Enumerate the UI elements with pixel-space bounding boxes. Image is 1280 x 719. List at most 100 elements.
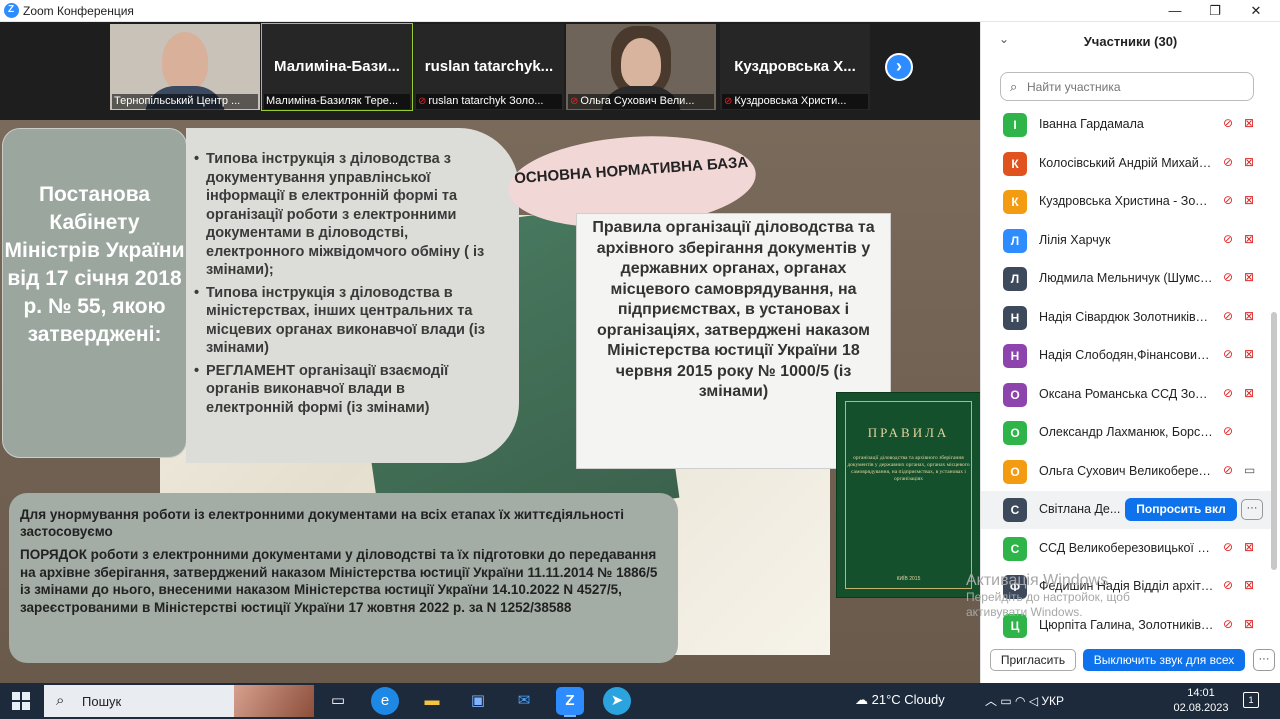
mic-off-icon[interactable]: ⊘	[1223, 424, 1233, 438]
mic-off-icon[interactable]: ⊘	[1223, 347, 1233, 361]
participant-row[interactable]: К Колосівський Андрій Михайло... ⊘ ⊠	[981, 145, 1271, 183]
tile-name: Куздровська Х...	[734, 58, 856, 75]
windows-start-icon[interactable]	[12, 692, 30, 710]
mic-off-icon[interactable]: ⊘	[1223, 116, 1233, 130]
mic-off-icon[interactable]: ⊘	[1223, 155, 1233, 169]
watermark-line: активувати Windows.	[966, 605, 1083, 619]
participant-row[interactable]: Н Надія Сівардюк Золотниківськ... ⊘ ⊠	[981, 299, 1271, 337]
mic-off-icon[interactable]: ⊘	[1223, 309, 1233, 323]
camera-off-icon[interactable]: ⊠	[1244, 309, 1254, 323]
camera-off-icon[interactable]: ⊠	[1244, 193, 1254, 207]
video-tile[interactable]: Куздровська Х... ⊘ Куздровська Христи...	[720, 24, 870, 110]
tile-caption: ⊘ ruslan tatarchyk Золо...	[416, 94, 562, 109]
participant-row[interactable]: С Світлана Де... Попросить вкл ···	[981, 491, 1271, 529]
window-title: Zoom Конференция	[23, 4, 134, 18]
task-view-icon[interactable]: ▭	[324, 687, 352, 715]
participants-title: Участники (30)	[1083, 34, 1178, 49]
search-input[interactable]	[1027, 78, 1247, 96]
tile-caption: Малиміна-Базиляк Тере...	[264, 94, 410, 109]
participant-row[interactable]: К Куздровська Христина - Золо... ⊘ ⊠	[981, 183, 1271, 221]
tile-name: Малиміна-Бази...	[274, 58, 400, 75]
scrollbar[interactable]	[1271, 312, 1277, 570]
taskbar-search[interactable]: ⌕ Пошук	[44, 685, 314, 717]
resolution-box: Постанова Кабінету Міністрів України від…	[2, 128, 187, 458]
watermark-line: Активація Windows	[966, 572, 1109, 589]
mail-icon[interactable]: ✉	[510, 687, 538, 715]
camera-off-icon[interactable]: ⊠	[1244, 116, 1254, 130]
camera-off-icon[interactable]: ⊠	[1244, 578, 1254, 592]
avatar: С	[1003, 536, 1027, 561]
camera-icon[interactable]: ▭	[1244, 463, 1255, 477]
close-button[interactable]: ✕	[1236, 0, 1276, 22]
maximize-button[interactable]: ❐	[1195, 0, 1235, 22]
mute-all-button[interactable]: Выключить звук для всех	[1083, 649, 1245, 671]
camera-off-icon[interactable]: ⊠	[1244, 270, 1254, 284]
video-tile[interactable]: ⊘ Ольга Сухович Вели...	[566, 24, 716, 110]
mic-off-icon[interactable]: ⊘	[1223, 232, 1233, 246]
instructions-list: Типова інструкція з діловодства з докуме…	[194, 150, 494, 421]
minimize-button[interactable]: —	[1155, 0, 1195, 22]
mic-off-icon[interactable]: ⊘	[1223, 193, 1233, 207]
gallery-next-button[interactable]: ›	[885, 53, 913, 81]
participant-name: Надія Сівардюк Золотниківськ...	[1039, 309, 1214, 324]
participant-name: Колосівський Андрій Михайло...	[1039, 155, 1214, 170]
clock-time: 14:01	[1187, 687, 1215, 699]
participant-row[interactable]: І Іванна Гардамала ⊘ ⊠	[981, 106, 1271, 144]
notification-center-icon[interactable]: 1	[1243, 692, 1259, 708]
zoom-taskbar-icon[interactable]: Z	[556, 687, 584, 717]
mic-off-icon[interactable]: ⊘	[1223, 540, 1233, 554]
camera-off-icon[interactable]: ⊠	[1244, 617, 1254, 631]
edge-browser-icon[interactable]: e	[371, 687, 399, 715]
ask-to-unmute-button[interactable]: Попросить вкл	[1125, 498, 1237, 521]
participant-row[interactable]: С ССД Великоберезовицької се... ⊘ ⊠	[981, 530, 1271, 568]
participant-row[interactable]: О Ольга Сухович Великоберезо... ⊘ ▭	[981, 453, 1271, 491]
store-icon[interactable]: ▣	[464, 687, 492, 715]
avatar: Л	[1003, 228, 1027, 253]
camera-off-icon[interactable]: ⊠	[1244, 386, 1254, 400]
mic-off-icon[interactable]: ⊘	[1223, 463, 1233, 477]
instructions-box: Типова інструкція з діловодства з докуме…	[186, 128, 519, 463]
file-explorer-icon[interactable]: ▬	[418, 687, 446, 715]
camera-off-icon[interactable]: ⊠	[1244, 347, 1254, 361]
avatar: К	[1003, 151, 1027, 176]
system-tray[interactable]: ︿ ▭ ◠ ◁ УКР	[985, 692, 1064, 709]
mic-off-icon[interactable]: ⊘	[1223, 386, 1233, 400]
avatar: О	[1003, 382, 1027, 407]
participant-row[interactable]: Л Лілія Харчук ⊘ ⊠	[981, 222, 1271, 260]
tile-caption: Тернопільський Центр ...	[112, 94, 258, 109]
taskbar-clock[interactable]: 14:01 02.08.2023	[1172, 686, 1230, 716]
participant-name: Оксана Романська ССД Золотникі...	[1039, 386, 1214, 401]
tile-caption: ⊘ Ольга Сухович Вели...	[568, 94, 714, 109]
list-item: Типова інструкція з діловодства в мініст…	[194, 284, 494, 358]
windows-taskbar: ⌕ Пошук ▭ e ▬ ▣ ✉ Z ➤ ☁ 21°C Cloudy ︿ ▭ …	[0, 683, 1280, 719]
participant-row[interactable]: Н Надія Слободян,Фінансовий ві... ⊘ ⊠	[981, 337, 1271, 375]
participant-row[interactable]: О Олександр Лахманюк, Борсуківсь... ⊘	[981, 414, 1271, 452]
camera-off-icon[interactable]: ⊠	[1244, 155, 1254, 169]
mic-off-icon[interactable]: ⊘	[1223, 270, 1233, 284]
invite-button[interactable]: Пригласить	[990, 649, 1076, 671]
network-icon[interactable]: ▭	[1000, 694, 1015, 708]
camera-off-icon[interactable]: ⊠	[1244, 232, 1254, 246]
weather-widget[interactable]: ☁ 21°C Cloudy	[855, 692, 945, 708]
telegram-icon[interactable]: ➤	[603, 687, 631, 715]
avatar: Л	[1003, 267, 1027, 291]
more-options-button[interactable]: ···	[1253, 649, 1275, 671]
rules-book-cover: ПРАВИЛА організації діловодства та архів…	[836, 392, 981, 598]
participant-name: Олександр Лахманюк, Борсуківсь...	[1039, 425, 1214, 439]
procedure-box: Для унормування роботи із електронними д…	[9, 493, 678, 663]
volume-icon[interactable]: ◁	[1029, 694, 1042, 708]
participant-row[interactable]: О Оксана Романська ССД Золотникі... ⊘ ⊠	[981, 376, 1271, 414]
wifi-icon[interactable]: ◠	[1015, 694, 1029, 708]
shared-slide: Постанова Кабінету Міністрів України від…	[0, 120, 981, 683]
mic-off-icon: ⊘	[418, 96, 427, 107]
participant-row[interactable]: Л Людмила Мельничук (Шумськ) ⊘ ⊠	[981, 260, 1271, 298]
participant-search[interactable]: ⌕	[1000, 72, 1254, 101]
chevron-up-icon[interactable]: ︿	[985, 694, 997, 708]
video-tile[interactable]: Тернопільський Центр ...	[110, 24, 260, 110]
video-tile[interactable]: ruslan tatarchyk... ⊘ ruslan tatarchyk Зо…	[414, 24, 564, 110]
language-indicator[interactable]: УКР	[1041, 694, 1064, 708]
participant-more-button[interactable]: ···	[1241, 499, 1263, 520]
video-tile-active[interactable]: Малиміна-Бази... Малиміна-Базиляк Тере..…	[261, 23, 413, 111]
participant-face	[162, 32, 208, 90]
camera-off-icon[interactable]: ⊠	[1244, 540, 1254, 554]
